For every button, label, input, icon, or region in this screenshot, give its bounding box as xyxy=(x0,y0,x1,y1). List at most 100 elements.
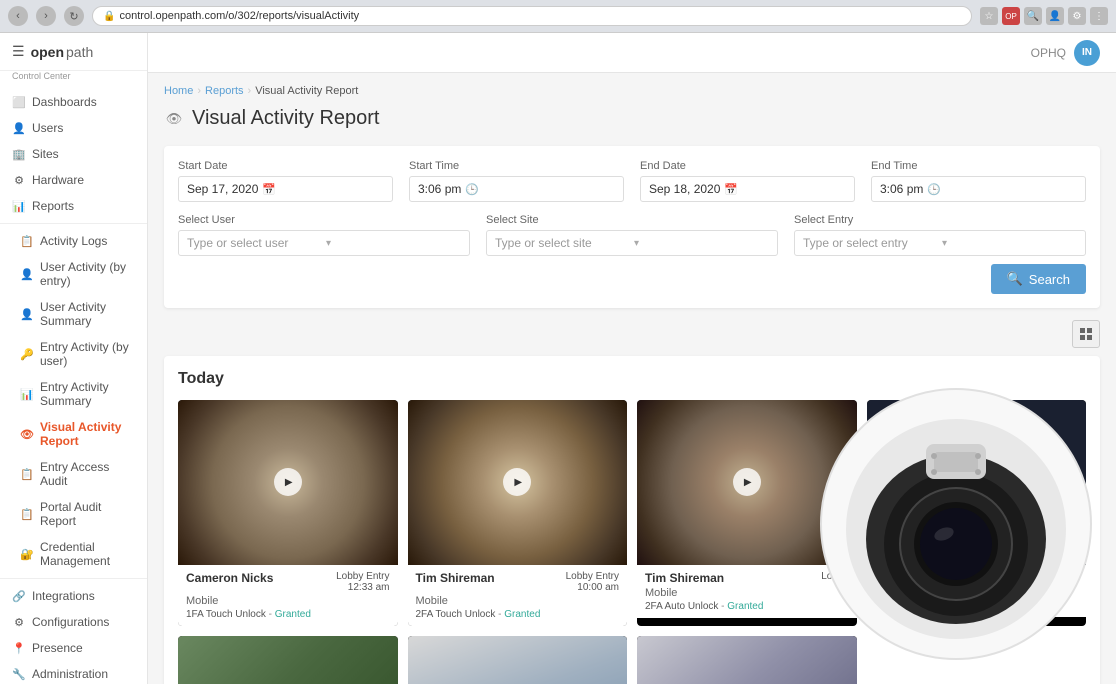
star-icon[interactable]: ☆ xyxy=(980,7,998,25)
filter-start-time: Start Time 3:06 pm 🕒 xyxy=(409,160,624,202)
sidebar-divider-2 xyxy=(0,578,147,579)
sidebar-item-label: Entry Access Audit xyxy=(40,460,135,488)
filter-end-time: End Time 3:06 pm 🕒 xyxy=(871,160,1086,202)
back-button[interactable]: ‹ xyxy=(8,6,28,26)
sidebar-item-credential-management[interactable]: 🔐 Credential Management xyxy=(0,534,147,574)
url-text: control.openpath.com/o/302/reports/visua… xyxy=(119,10,961,22)
menu-icon[interactable]: ⋮ xyxy=(1090,7,1108,25)
end-time-input[interactable]: 3:06 pm 🕒 xyxy=(871,176,1086,202)
video-card-3[interactable]: ▶ xyxy=(867,400,1087,626)
access-status-1: Granted xyxy=(504,609,540,620)
calendar-icon-end: 📅 xyxy=(724,183,738,196)
start-time-input[interactable]: 3:06 pm 🕒 xyxy=(409,176,624,202)
end-time-label: End Time xyxy=(871,160,1086,172)
end-date-input[interactable]: Sep 18, 2020 📅 xyxy=(640,176,855,202)
sidebar-item-dashboards[interactable]: ⬜ Dashboards xyxy=(0,89,147,115)
sidebar-item-users[interactable]: 👤 Users xyxy=(0,115,147,141)
video-card-2[interactable]: ▶ Tim Shireman Lobby xyxy=(637,400,857,626)
thumb-overlay-3: ▶ xyxy=(867,400,1087,565)
filter-start-date: Start Date Sep 17, 2020 📅 xyxy=(178,160,393,202)
sidebar-item-hardware[interactable]: ⚙ Hardware xyxy=(0,167,147,193)
select-site-dropdown[interactable]: Type or select site ▾ xyxy=(486,230,778,256)
video-thumb-2: ▶ xyxy=(637,400,857,565)
dashboard-icon: ⬜ xyxy=(12,95,26,109)
sidebar-divider-1 xyxy=(0,223,147,224)
entry-activity-summary-icon: 📊 xyxy=(20,387,34,401)
sidebar-item-integrations[interactable]: 🔗 Integrations xyxy=(0,583,147,609)
user-avatar[interactable]: IN xyxy=(1074,40,1100,66)
sidebar-item-configurations[interactable]: ⚙ Configurations xyxy=(0,609,147,635)
breadcrumb-home[interactable]: Home xyxy=(164,85,193,97)
sidebar: ☰ openpath Control Center ⬜ Dashboards 👤… xyxy=(0,33,148,684)
sidebar-item-presence[interactable]: 📍 Presence xyxy=(0,635,147,661)
video-grid: ▶ Cameron Nicks Lobby Entry 12:33 am xyxy=(178,400,1086,626)
refresh-button[interactable]: ↻ xyxy=(64,6,84,26)
presence-icon: 📍 xyxy=(12,641,26,655)
thumb-overlay-0: ▶ xyxy=(178,400,398,565)
access-status-0: Granted xyxy=(275,609,311,620)
user-activity-entry-icon: 👤 xyxy=(20,267,34,281)
play-button-0[interactable]: ▶ xyxy=(274,468,302,496)
sites-icon: 🏢 xyxy=(12,147,26,161)
end-date-label: End Date xyxy=(640,160,855,172)
sidebar-item-entry-activity-user[interactable]: 🔑 Entry Activity (by user) xyxy=(0,334,147,374)
play-button-1[interactable]: ▶ xyxy=(503,468,531,496)
sidebar-item-sites[interactable]: 🏢 Sites xyxy=(0,141,147,167)
ext-icon-3[interactable]: 👤 xyxy=(1046,7,1064,25)
video-user-name-1: Tim Shireman xyxy=(416,571,495,585)
video-user-name-0: Cameron Nicks xyxy=(186,571,273,585)
start-date-input[interactable]: Sep 17, 2020 📅 xyxy=(178,176,393,202)
filter-select-site: Select Site Type or select site ▾ xyxy=(486,214,778,256)
org-label: OPHQ xyxy=(1031,46,1066,60)
video-card-0[interactable]: ▶ Cameron Nicks Lobby Entry 12:33 am xyxy=(178,400,398,626)
select-entry-dropdown[interactable]: Type or select entry ▾ xyxy=(794,230,1086,256)
video-section: Today ▶ xyxy=(164,356,1100,684)
sidebar-item-user-activity-summary[interactable]: 👤 User Activity Summary xyxy=(0,294,147,334)
chevron-down-icon-user: ▾ xyxy=(326,238,461,249)
video-card-6[interactable]: ▶ xyxy=(637,636,857,684)
video-user-row-0: Cameron Nicks Lobby Entry 12:33 am xyxy=(186,571,390,593)
play-button-3[interactable]: ▶ xyxy=(962,468,990,496)
sidebar-item-label: Activity Logs xyxy=(40,234,107,248)
grid-toggle-button[interactable] xyxy=(1072,320,1100,348)
ext-icon-1[interactable]: OP xyxy=(1002,7,1020,25)
sidebar-item-activity-logs[interactable]: 📋 Activity Logs xyxy=(0,228,147,254)
select-user-dropdown[interactable]: Type or select user ▾ xyxy=(178,230,470,256)
video-device-2: Mobile xyxy=(645,587,849,599)
breadcrumb-sep-2: › xyxy=(248,85,252,97)
breadcrumb-sep-1: › xyxy=(197,85,201,97)
sidebar-item-label: Dashboards xyxy=(32,95,97,109)
play-button-2[interactable]: ▶ xyxy=(733,468,761,496)
video-device-0: Mobile xyxy=(186,595,390,607)
logo-open: open xyxy=(31,44,64,60)
ext-icon-2[interactable]: 🔍 xyxy=(1024,7,1042,25)
ext-icon-4[interactable]: ⚙ xyxy=(1068,7,1086,25)
video-entry-name-0: Lobby Entry xyxy=(336,571,389,582)
sidebar-item-portal-audit[interactable]: 📋 Portal Audit Report xyxy=(0,494,147,534)
sidebar-item-entry-access-audit[interactable]: 📋 Entry Access Audit xyxy=(0,454,147,494)
video-card-5[interactable]: ▶ xyxy=(408,636,628,684)
sidebar-item-user-activity-entry[interactable]: 👤 User Activity (by entry) xyxy=(0,254,147,294)
video-time-1: 10:00 am xyxy=(566,582,619,593)
hamburger-icon[interactable]: ☰ xyxy=(12,43,25,60)
calendar-icon-start: 📅 xyxy=(262,183,276,196)
search-button[interactable]: 🔍 Search xyxy=(991,264,1086,294)
select-site-placeholder: Type or select site xyxy=(495,236,630,250)
sidebar-item-label: User Activity (by entry) xyxy=(40,260,135,288)
sidebar-subtitle: Control Center xyxy=(0,71,147,87)
video-entry-info-2: Lobby xyxy=(821,571,848,582)
video-access-1: 2FA Touch Unlock - Granted xyxy=(416,609,620,620)
forward-button[interactable]: › xyxy=(36,6,56,26)
sidebar-item-label: User Activity Summary xyxy=(40,300,135,328)
access-status-2: Granted xyxy=(727,601,763,612)
filter-end-date: End Date Sep 18, 2020 📅 xyxy=(640,160,855,202)
breadcrumb-reports[interactable]: Reports xyxy=(205,85,244,97)
url-bar[interactable]: 🔒 control.openpath.com/o/302/reports/vis… xyxy=(92,6,972,26)
sidebar-item-visual-activity[interactable]: 👁 Visual Activity Report xyxy=(0,414,147,454)
video-card-1[interactable]: ▶ Tim Shireman Lobby Entry 10:00 am xyxy=(408,400,628,626)
filter-select-entry: Select Entry Type or select entry ▾ xyxy=(794,214,1086,256)
sidebar-item-entry-activity-summary[interactable]: 📊 Entry Activity Summary xyxy=(0,374,147,414)
video-card-4[interactable]: ▶ xyxy=(178,636,398,684)
sidebar-item-reports[interactable]: 📊 Reports xyxy=(0,193,147,219)
sidebar-item-administration[interactable]: 🔧 Administration xyxy=(0,661,147,684)
